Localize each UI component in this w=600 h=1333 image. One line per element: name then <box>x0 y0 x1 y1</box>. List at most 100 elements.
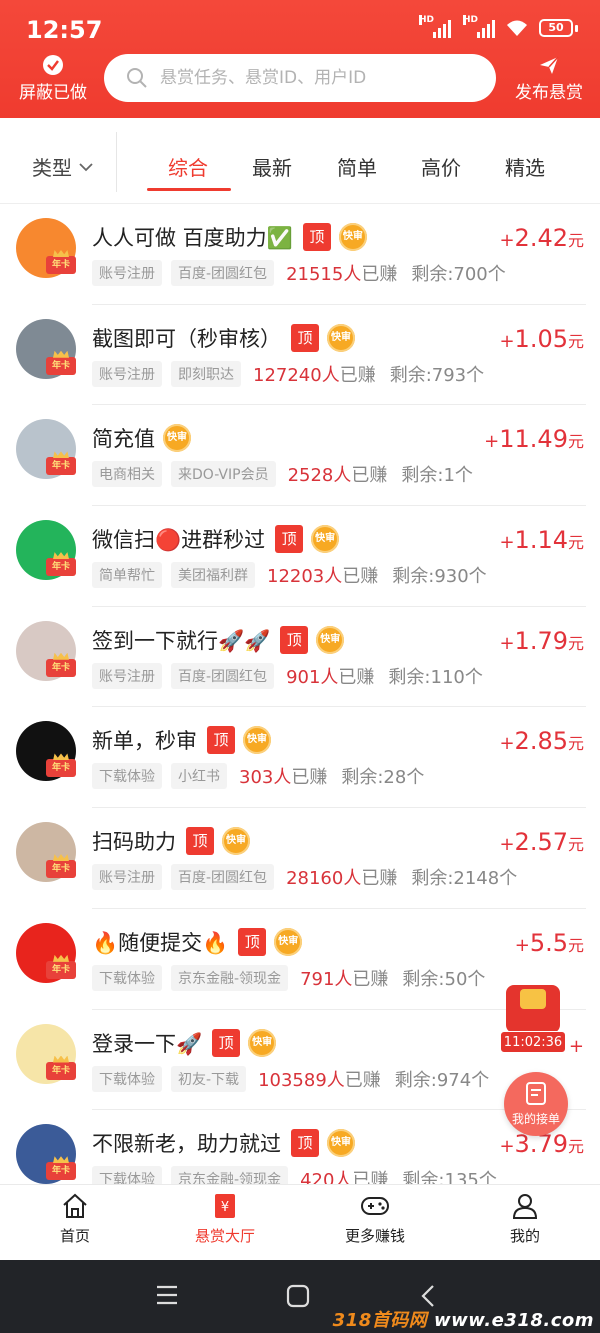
task-title-line: 人人可做 百度助力✅ 顶快审 <box>92 222 367 252</box>
price-unit: 元 <box>567 835 584 855</box>
back-icon[interactable] <box>420 1284 436 1308</box>
nav-reward-hall[interactable]: ¥ 悬赏大厅 <box>165 1191 285 1246</box>
category-chip: 账号注册 <box>92 864 162 891</box>
price-unit: 元 <box>567 734 584 754</box>
task-title: 简充值 <box>92 427 155 452</box>
task-row[interactable]: 年卡 微信扫🔴进群秒过顶快审 简单帮忙 美团福利群 12203人已赚 剩余:930个 +1.… <box>0 506 600 607</box>
my-orders-button[interactable]: 我的接单 <box>504 1072 568 1136</box>
price-value: 2.42 <box>514 224 568 252</box>
nav-reward-hall-label: 悬赏大厅 <box>194 1227 255 1245</box>
home-button-icon[interactable] <box>286 1284 310 1308</box>
nav-more-earn[interactable]: 更多赚钱 <box>315 1191 435 1246</box>
category-chip: 下载体验 <box>92 1065 162 1092</box>
earned-suffix: 已赚 <box>361 264 398 285</box>
price-value: 2.57 <box>514 828 568 857</box>
reward-price: +11.49元 <box>484 425 584 453</box>
task-row[interactable]: 年卡 新单，秒审顶快审 下载体验 小红书 303人已赚 剩余:28个 +2.85元 <box>0 707 600 809</box>
top-tag: 顶 <box>207 726 235 755</box>
fast-review-badge-icon: 快审 <box>327 323 355 352</box>
price-plus: + <box>484 431 500 453</box>
earned-number: 791人 <box>300 968 353 990</box>
task-meta: 下载体验 小红书 303人已赚 剩余:28个 <box>92 763 425 790</box>
task-title-line: 签到一下就行🚀🚀 顶快审 <box>92 625 345 655</box>
task-row[interactable]: 年卡 简充值 快审 电商相关 来DO-VIP会员 2528人已赚 剩余:1个 +11.49元 <box>0 405 600 507</box>
earned-number: 2528人 <box>287 465 352 487</box>
earned-suffix: 已赚 <box>352 968 389 990</box>
nav-more-earn-label: 更多赚钱 <box>344 1227 405 1245</box>
chevron-down-icon <box>79 162 93 171</box>
price-plus: + <box>514 934 530 956</box>
top-tag: 顶 <box>212 1028 241 1057</box>
nav-home[interactable]: 首页 <box>15 1191 135 1246</box>
category-chip: 账号注册 <box>92 360 162 387</box>
task-title-line: 简充值 快审 <box>92 423 191 453</box>
nav-profile[interactable]: 我的 <box>465 1191 585 1246</box>
price-unit: 元 <box>567 533 584 553</box>
earned-count: 901人已赚 <box>286 663 374 689</box>
task-title: 微信扫🔴进群秒过 <box>92 528 266 553</box>
top-tag: 顶 <box>275 525 304 554</box>
earned-number: 901人 <box>286 666 339 688</box>
price-unit: 元 <box>567 231 584 250</box>
red-envelope-icon <box>506 985 560 1033</box>
type-dropdown[interactable]: 类型 <box>32 152 94 181</box>
tab-comprehensive[interactable]: 综合 <box>168 152 208 181</box>
fast-review-badge-icon: 快审 <box>338 223 367 251</box>
reward-price: +1.79元 <box>499 627 584 655</box>
task-title: 人人可做 百度助力✅ <box>92 226 293 250</box>
task-title-line: 新单，秒审顶快审 <box>92 725 271 755</box>
category-chip: 下载体验 <box>92 964 162 991</box>
paper-plane-icon <box>540 56 559 74</box>
top-tag: 顶 <box>302 223 331 251</box>
remaining-count: 剩余:28个 <box>341 767 425 789</box>
publish-reward-button[interactable]: 发布悬赏 <box>506 54 592 104</box>
type-dropdown-label: 类型 <box>32 156 72 180</box>
check-circle-icon <box>43 55 63 75</box>
price-plus: + <box>499 733 515 755</box>
source-chip: 百度-团圆红包 <box>171 662 275 689</box>
red-envelope-timer[interactable]: 11:02:36 <box>500 985 566 1057</box>
task-row[interactable]: 年卡 人人可做 百度助力✅ 顶快审 账号注册 百度-团圆红包 21515人已赚 剩余:700… <box>0 204 600 305</box>
task-row[interactable]: 年卡 签到一下就行🚀🚀 顶快审 账号注册 百度-团圆红包 901人已赚 剩余:110个 +1.… <box>0 607 600 708</box>
task-title-line: 扫码助力顶快审 <box>92 826 250 856</box>
countdown-timer: 11:02:36 <box>500 1031 566 1053</box>
price-unit: 元 <box>567 331 584 351</box>
task-title-line: 登录一下🚀 顶快审 <box>92 1028 277 1058</box>
earned-number: 303人 <box>239 767 292 789</box>
bottom-nav: 首页 ¥ 悬赏大厅 更多赚钱 我的 <box>0 1184 600 1260</box>
source-chip: 百度-团圆红包 <box>171 260 275 286</box>
price-unit: 元 <box>567 432 584 452</box>
earned-suffix: 已赚 <box>291 767 328 789</box>
user-icon <box>512 1194 538 1219</box>
price-plus: + <box>499 1136 515 1158</box>
tab-latest[interactable]: 最新 <box>252 152 292 181</box>
earned-count: 303人已赚 <box>239 763 327 789</box>
source-chip: 初友-下载 <box>171 1065 247 1092</box>
task-row[interactable]: 年卡 扫码助力顶快审 账号注册 百度-团圆红包 28160人已赚 剩余:2148个 +2.5… <box>0 808 600 909</box>
app-header: 12:57 HD HD 50 屏蔽已做 悬赏任务、悬赏ID、用户ID 发布悬赏 <box>0 0 600 118</box>
tab-featured[interactable]: 精选 <box>505 152 545 181</box>
task-row[interactable]: 年卡 截图即可（秒审核） 顶快审 账号注册 即刻职达 127240人已赚 剩余:793个 +1… <box>0 305 600 406</box>
price-plus: + <box>499 834 515 856</box>
price-plus: + <box>499 632 515 654</box>
divider <box>116 132 117 192</box>
earned-count: 28160人已赚 <box>286 864 397 890</box>
top-tag: 顶 <box>186 827 214 856</box>
top-tag: 顶 <box>238 927 267 956</box>
source-chip: 美团福利群 <box>171 562 255 589</box>
tab-simple[interactable]: 简单 <box>337 152 377 181</box>
task-meta: 账号注册 百度-团圆红包 21515人已赚 剩余:700个 <box>92 260 506 286</box>
status-icons: HD HD 50 <box>419 15 578 38</box>
vip-year-badge: 年卡 <box>46 1061 76 1080</box>
price-value: 11.49 <box>499 425 568 454</box>
search-input[interactable] <box>160 68 480 88</box>
search-bar[interactable] <box>104 54 496 102</box>
block-done-button[interactable]: 屏蔽已做 <box>10 54 96 104</box>
vip-year-badge: 年卡 <box>46 356 76 375</box>
fast-review-badge-icon: 快审 <box>316 625 345 654</box>
task-title: 截图即可（秒审核） <box>92 326 281 351</box>
tab-high-price[interactable]: 高价 <box>421 152 461 181</box>
menu-icon[interactable] <box>155 1284 179 1306</box>
fast-review-badge-icon: 快审 <box>274 927 303 956</box>
task-meta: 账号注册 百度-团圆红包 901人已赚 剩余:110个 <box>92 662 483 689</box>
